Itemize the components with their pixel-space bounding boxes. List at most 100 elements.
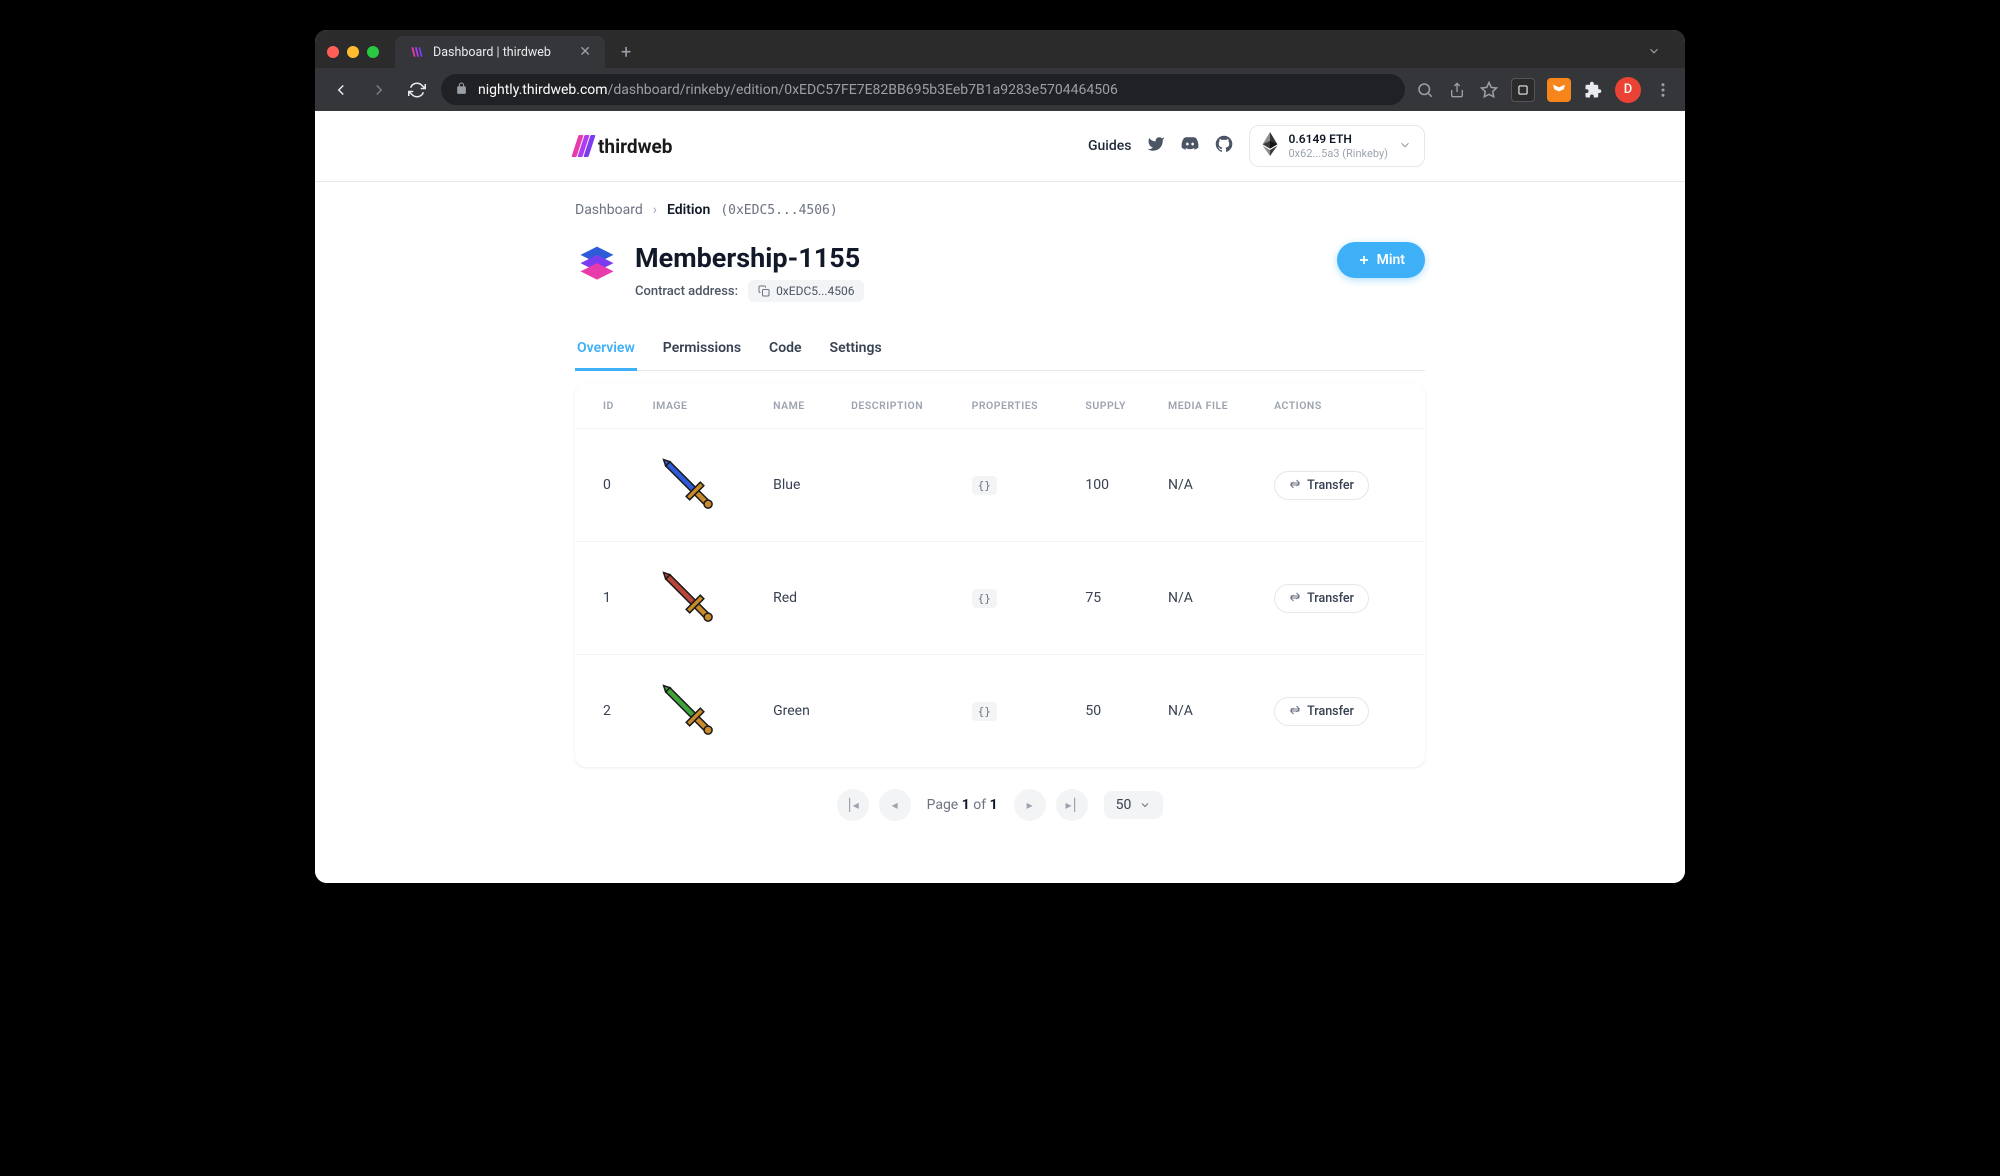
transfer-icon [1289, 705, 1301, 717]
url-input[interactable]: nightly.thirdweb.com/dashboard/rinkeby/e… [441, 74, 1405, 105]
page-last-button[interactable]: ▸⎮ [1056, 789, 1088, 821]
page-next-button[interactable]: ▸ [1014, 789, 1046, 821]
cell-supply: 100 [1071, 429, 1154, 542]
tab-favicon-icon [409, 44, 425, 60]
profile-avatar[interactable]: D [1615, 77, 1641, 103]
extensions-puzzle-icon[interactable] [1583, 80, 1603, 100]
properties-badge[interactable]: {} [972, 476, 997, 495]
forward-button[interactable] [365, 76, 393, 104]
address-short: 0xEDC5...4506 [776, 284, 854, 298]
cell-name: Red [759, 542, 837, 655]
properties-badge[interactable]: {} [972, 589, 997, 608]
metamask-icon[interactable] [1547, 78, 1571, 102]
github-icon[interactable] [1215, 135, 1233, 157]
wallet-selector[interactable]: 0.6149 ETH 0x62...5a3 (Rinkeby) [1249, 125, 1425, 167]
wallet-info: 0.6149 ETH 0x62...5a3 (Rinkeby) [1288, 132, 1388, 160]
col-name: NAME [759, 383, 837, 429]
transfer-icon [1289, 592, 1301, 604]
cell-media: N/A [1154, 429, 1260, 542]
browser-window: Dashboard | thirdweb ✕ + [315, 30, 1685, 883]
nft-thumbnail [653, 449, 725, 521]
tabs: Overview Permissions Code Settings [575, 330, 1425, 371]
page-first-button[interactable]: ⎮◂ [837, 789, 869, 821]
tab-bar: Dashboard | thirdweb ✕ + [315, 30, 1685, 68]
social-icons [1147, 135, 1233, 157]
col-actions: ACTIONS [1260, 383, 1425, 429]
search-icon[interactable] [1415, 80, 1435, 100]
tab-settings[interactable]: Settings [828, 330, 884, 371]
brand-name: thirdweb [598, 135, 672, 158]
properties-badge[interactable]: {} [972, 702, 997, 721]
lock-icon [455, 80, 468, 99]
browser-chrome: Dashboard | thirdweb ✕ + [315, 30, 1685, 111]
table-row: 1 Red {} 75 N/A Transfer [575, 542, 1425, 655]
guides-link[interactable]: Guides [1088, 138, 1131, 154]
twitter-icon[interactable] [1147, 135, 1165, 157]
col-media: MEDIA FILE [1154, 383, 1260, 429]
page-prev-button[interactable]: ◂ [879, 789, 911, 821]
discord-icon[interactable] [1181, 135, 1199, 157]
tab-close-icon[interactable]: ✕ [579, 44, 591, 60]
tab-code[interactable]: Code [767, 330, 804, 371]
cell-description [837, 542, 958, 655]
back-button[interactable] [327, 76, 355, 104]
cell-image [639, 429, 759, 542]
page-size-select[interactable]: 50 [1104, 791, 1164, 819]
table-row: 2 Green {} 50 N/A Transfer [575, 655, 1425, 768]
mint-label: Mint [1377, 252, 1405, 268]
tab-permissions[interactable]: Permissions [661, 330, 743, 371]
transfer-button[interactable]: Transfer [1274, 584, 1369, 613]
col-supply: SUPPLY [1071, 383, 1154, 429]
nft-thumbnail [653, 675, 725, 747]
contract-type-icon [575, 242, 619, 286]
cell-properties: {} [958, 542, 1072, 655]
cell-description [837, 655, 958, 768]
cell-image [639, 655, 759, 768]
extension-icon[interactable] [1511, 78, 1535, 102]
mint-button[interactable]: Mint [1337, 242, 1425, 278]
maximize-window-button[interactable] [367, 46, 379, 58]
url-bar: nightly.thirdweb.com/dashboard/rinkeby/e… [315, 68, 1685, 111]
ethereum-icon [1262, 132, 1278, 160]
cell-properties: {} [958, 429, 1072, 542]
breadcrumb-root[interactable]: Dashboard [575, 202, 643, 218]
address-chip[interactable]: 0xEDC5...4506 [748, 280, 864, 302]
main-content: Dashboard › Edition (0xEDC5...4506) [575, 182, 1425, 883]
nft-table: ID IMAGE NAME DESCRIPTION PROPERTIES SUP… [575, 383, 1425, 767]
cell-id: 1 [575, 542, 639, 655]
bookmark-star-icon[interactable] [1479, 80, 1499, 100]
transfer-label: Transfer [1307, 704, 1354, 719]
browser-tab[interactable]: Dashboard | thirdweb ✕ [395, 36, 605, 68]
cell-actions: Transfer [1260, 429, 1425, 542]
cell-media: N/A [1154, 655, 1260, 768]
minimize-window-button[interactable] [347, 46, 359, 58]
url-text: nightly.thirdweb.com/dashboard/rinkeby/e… [478, 82, 1391, 98]
tab-overview[interactable]: Overview [575, 330, 637, 371]
new-tab-button[interactable]: + [613, 42, 639, 63]
cell-supply: 75 [1071, 542, 1154, 655]
transfer-label: Transfer [1307, 478, 1354, 493]
share-icon[interactable] [1447, 80, 1467, 100]
transfer-button[interactable]: Transfer [1274, 697, 1369, 726]
traffic-lights [327, 42, 379, 62]
plus-icon [1357, 253, 1371, 267]
close-window-button[interactable] [327, 46, 339, 58]
transfer-button[interactable]: Transfer [1274, 471, 1369, 500]
cell-description [837, 429, 958, 542]
tab-title: Dashboard | thirdweb [433, 45, 551, 60]
copy-icon [758, 285, 770, 297]
col-properties: PROPERTIES [958, 383, 1072, 429]
chevron-down-icon[interactable] [1635, 43, 1673, 62]
url-actions: D [1415, 77, 1673, 103]
reload-button[interactable] [403, 76, 431, 104]
menu-dots-icon[interactable] [1653, 80, 1673, 100]
address-label: Contract address: [635, 284, 738, 299]
chevron-right-icon: › [653, 202, 657, 218]
cell-id: 0 [575, 429, 639, 542]
paginator: ⎮◂ ◂ Page 1 of 1 ▸ ▸⎮ 50 [575, 767, 1425, 843]
cell-id: 2 [575, 655, 639, 768]
brand-logo[interactable]: thirdweb [575, 135, 672, 158]
transfer-label: Transfer [1307, 591, 1354, 606]
cell-properties: {} [958, 655, 1072, 768]
cell-actions: Transfer [1260, 542, 1425, 655]
